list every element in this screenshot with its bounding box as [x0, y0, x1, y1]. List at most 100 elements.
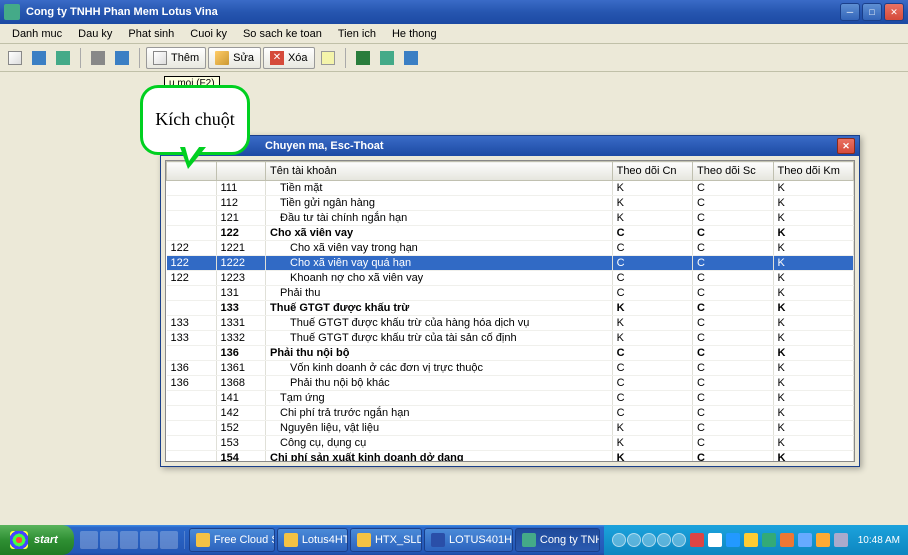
table-row[interactable]: 1361361Vốn kinh doanh ở các đơn vị trực …: [167, 361, 854, 376]
table-row[interactable]: 142Chi phí trả trước ngắn hạnCCK: [167, 406, 854, 421]
table-row[interactable]: 131Phải thuCCK: [167, 286, 854, 301]
table-row[interactable]: 121Đầu tư tài chính ngắn hạnKCK: [167, 211, 854, 226]
toolbar-btn-8[interactable]: [400, 47, 422, 69]
media-mute-icon[interactable]: [672, 533, 686, 547]
xoa-button[interactable]: ✕Xóa: [263, 47, 315, 69]
task-item[interactable]: Free Cloud S...: [189, 528, 275, 552]
start-label: start: [34, 534, 58, 546]
media-stop-icon[interactable]: [642, 533, 656, 547]
tray-icon[interactable]: [726, 533, 740, 547]
menu-cuoi-ky[interactable]: Cuoi ky: [182, 26, 235, 42]
taskbar: start Free Cloud S... Lotus4HTX HTX_SLDT…: [0, 525, 908, 555]
table-row[interactable]: 111Tiền mặtKCK: [167, 181, 854, 196]
col-sc[interactable]: Theo dõi Sc: [693, 162, 773, 181]
table-row[interactable]: 1221222Cho xã viên vay quá hạnCCK: [167, 256, 854, 271]
table-row[interactable]: 1221221Cho xã viên vay trong hạnCCK: [167, 241, 854, 256]
menu-phat-sinh[interactable]: Phat sinh: [120, 26, 182, 42]
table-row[interactable]: 154Chi phí sản xuất kinh doanh dở dangKC…: [167, 451, 854, 463]
ql-item[interactable]: [80, 531, 98, 549]
menu-bar: Danh muc Dau ky Phat sinh Cuoi ky So sac…: [0, 24, 908, 44]
toolbar-btn-2[interactable]: [28, 47, 50, 69]
folder-icon: [196, 533, 210, 547]
folder-icon: [284, 533, 298, 547]
col-1[interactable]: [216, 162, 266, 181]
table-row[interactable]: 133Thuế GTGT được khấu trừKCK: [167, 301, 854, 316]
task-item[interactable]: Lotus4HTX: [277, 528, 348, 552]
table-row[interactable]: 136Phải thu nội bộCCK: [167, 346, 854, 361]
toolbar-btn-5[interactable]: [111, 47, 133, 69]
close-button[interactable]: ✕: [884, 3, 904, 21]
them-label: Thêm: [171, 52, 199, 64]
toolbar-btn-3[interactable]: [52, 47, 74, 69]
system-tray: 10:48 AM: [604, 525, 908, 555]
minimize-button[interactable]: ─: [840, 3, 860, 21]
title-bar: Cong ty TNHH Phan Mem Lotus Vina ─ □ ✕: [0, 0, 908, 24]
col-km[interactable]: Theo dõi Km: [773, 162, 854, 181]
folder-icon: [357, 533, 371, 547]
app-title: Cong ty TNHH Phan Mem Lotus Vina: [26, 6, 840, 18]
menu-dau-ky[interactable]: Dau ky: [70, 26, 120, 42]
xoa-label: Xóa: [288, 52, 308, 64]
col-cn[interactable]: Theo dõi Cn: [612, 162, 692, 181]
table-row[interactable]: 1221223Khoanh nợ cho xã viên vayCCK: [167, 271, 854, 286]
clock[interactable]: 10:48 AM: [852, 535, 900, 546]
tray-icon[interactable]: [780, 533, 794, 547]
dialog-title-bar: Chuyen ma, Esc-Thoat ✕: [161, 136, 859, 156]
word-icon: [431, 533, 445, 547]
callout: Kích chuột: [140, 85, 250, 155]
menu-he-thong[interactable]: He thong: [384, 26, 445, 42]
media-play-icon[interactable]: [627, 533, 641, 547]
table-row[interactable]: 152Nguyên liệu, vật liệuKCK: [167, 421, 854, 436]
tray-icon[interactable]: [816, 533, 830, 547]
ql-item[interactable]: [120, 531, 138, 549]
app-icon: [522, 533, 536, 547]
accounts-grid: Tên tài khoản Theo dõi Cn Theo dõi Sc Th…: [166, 161, 854, 462]
ql-item[interactable]: [140, 531, 158, 549]
menu-so-sach[interactable]: So sach ke toan: [235, 26, 330, 42]
media-prev-icon[interactable]: [612, 533, 626, 547]
media-controls: [612, 533, 686, 547]
col-name[interactable]: Tên tài khoản: [266, 162, 613, 181]
maximize-button[interactable]: □: [862, 3, 882, 21]
table-row[interactable]: 1361368Phải thu nội bộ khácCCK: [167, 376, 854, 391]
tray-icon[interactable]: [834, 533, 848, 547]
media-next-icon[interactable]: [657, 533, 671, 547]
sua-button[interactable]: Sửa: [208, 47, 261, 69]
toolbar-btn-excel[interactable]: [352, 47, 374, 69]
task-item[interactable]: LOTUS401HT...: [424, 528, 513, 552]
table-row[interactable]: 112Tiền gửi ngân hàngKCK: [167, 196, 854, 211]
grid-header-row: Tên tài khoản Theo dõi Cn Theo dõi Sc Th…: [167, 162, 854, 181]
grid-container[interactable]: Tên tài khoản Theo dõi Cn Theo dõi Sc Th…: [165, 160, 855, 462]
app-icon: [4, 4, 20, 20]
table-row[interactable]: 1331331Thuế GTGT được khấu trừ của hàng …: [167, 316, 854, 331]
task-items: Free Cloud S... Lotus4HTX HTX_SLDT LOTUS…: [185, 528, 604, 552]
menu-danh-muc[interactable]: Danh muc: [4, 26, 70, 42]
dialog-close-button[interactable]: ✕: [837, 138, 855, 154]
ql-item[interactable]: [100, 531, 118, 549]
accounts-dialog: Chuyen ma, Esc-Thoat ✕ Tên tài khoản The…: [160, 135, 860, 467]
tray-icon[interactable]: [708, 533, 722, 547]
quick-launch: [74, 531, 185, 549]
toolbar: Thêm Sửa ✕Xóa: [0, 44, 908, 72]
toolbar-btn-6[interactable]: [317, 47, 339, 69]
toolbar-btn-1[interactable]: [4, 47, 26, 69]
table-row[interactable]: 122Cho xã viên vayCCK: [167, 226, 854, 241]
toolbar-btn-4[interactable]: [87, 47, 109, 69]
sua-label: Sửa: [233, 52, 254, 64]
table-row[interactable]: 153Công cụ, dụng cụKCK: [167, 436, 854, 451]
toolbar-btn-7[interactable]: [376, 47, 398, 69]
table-row[interactable]: 1331332Thuế GTGT được khấu trừ của tài s…: [167, 331, 854, 346]
table-row[interactable]: 141Tạm ứngCCK: [167, 391, 854, 406]
tray-icon[interactable]: [744, 533, 758, 547]
start-button[interactable]: start: [0, 525, 74, 555]
menu-tien-ich[interactable]: Tien ich: [330, 26, 384, 42]
windows-logo-icon: [10, 531, 28, 549]
task-item-active[interactable]: Cong ty TNH...: [515, 528, 600, 552]
dialog-title: Chuyen ma, Esc-Thoat: [165, 140, 837, 152]
tray-icon[interactable]: [762, 533, 776, 547]
ql-item[interactable]: [160, 531, 178, 549]
tray-icon[interactable]: [798, 533, 812, 547]
them-button[interactable]: Thêm: [146, 47, 206, 69]
task-item[interactable]: HTX_SLDT: [350, 528, 422, 552]
tray-icon[interactable]: [690, 533, 704, 547]
